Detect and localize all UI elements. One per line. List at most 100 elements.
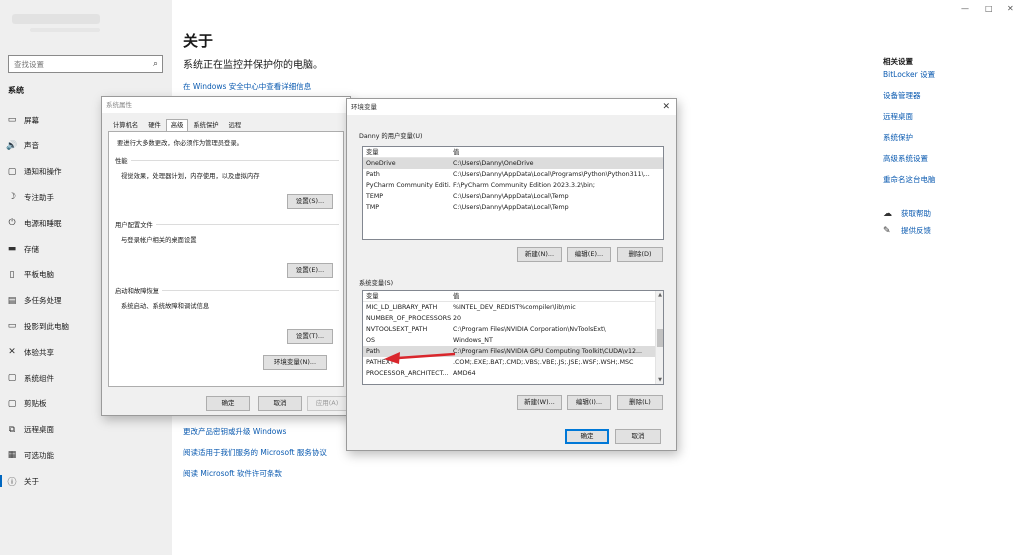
variable-name: OneDrive: [366, 160, 396, 167]
system-properties-title: 系统属性: [102, 97, 350, 113]
tab-advanced[interactable]: 高级: [165, 119, 189, 131]
license-terms-link[interactable]: 阅读 Microsoft 软件许可条款: [183, 468, 282, 479]
variable-value: C:\Users\Danny\AppData\Local\Temp: [453, 193, 569, 200]
variable-row[interactable]: NVTOOLSEXT_PATH C:\Program Files\NVIDIA C…: [363, 324, 663, 335]
tab-hardware[interactable]: 硬件: [143, 119, 166, 131]
variable-name: NVTOOLSEXT_PATH: [366, 326, 428, 333]
get-help-link[interactable]: ☁ 获取帮助: [883, 208, 931, 219]
system-delete-button[interactable]: 删除(L): [617, 395, 663, 410]
variable-row[interactable]: TMP C:\Users\Danny\AppData\Local\Temp: [363, 202, 663, 213]
startup-recovery-title: 启动和故障恢复: [115, 286, 163, 295]
variable-row[interactable]: NUMBER_OF_PROCESSORS 20: [363, 313, 663, 324]
envvars-cancel-button[interactable]: 取消: [615, 429, 661, 444]
variable-value: 20: [453, 315, 462, 322]
variable-value: C:\Program Files\NVIDIA GPU Computing To…: [453, 348, 643, 355]
sidebar-item-label: 系统组件: [24, 373, 54, 383]
environment-variables-button[interactable]: 环境变量(N)...: [263, 355, 327, 370]
search-input[interactable]: [9, 56, 139, 72]
variable-value: .COM;.EXE;.BAT;.CMD;.VBS;.VBE;.JS;.JSE;.…: [453, 359, 634, 366]
scroll-up-icon[interactable]: ▲: [656, 292, 663, 298]
system-properties-dialog: 系统属性 计算机名 硬件 高级 系统保护 远程 要进行大多数更改，你必须作为管理…: [101, 96, 351, 416]
variable-row[interactable]: MIC_LD_LIBRARY_PATH %INTEL_DEV_REDIST%com…: [363, 302, 663, 313]
performance-group: 性能 视觉效果，处理器计划，内存使用，以及虚拟内存 设置(S)...: [115, 156, 339, 210]
system-variables-list[interactable]: 变量 值 MIC_LD_LIBRARY_PATH %INTEL_DEV_REDIS…: [362, 290, 664, 385]
user-variables-list[interactable]: 变量 值 OneDrive C:\Users\Danny\OneDrive Path…: [362, 146, 664, 240]
system-new-button[interactable]: 新建(W)...: [517, 395, 562, 410]
clipboard-icon: ▢: [7, 398, 17, 409]
scroll-down-icon[interactable]: ▼: [656, 377, 663, 383]
optional-icon: ▦: [7, 450, 17, 461]
user-delete-button[interactable]: 删除(D): [617, 247, 663, 262]
column-variable[interactable]: 变量: [363, 147, 451, 157]
user-profiles-settings-button[interactable]: 设置(E)...: [287, 263, 333, 278]
variable-value: C:\Program Files\NVIDIA Corporation\NvTo…: [453, 326, 606, 333]
user-detail-blurred: [30, 28, 100, 32]
storage-icon: ▬: [7, 244, 17, 254]
device-manager-link[interactable]: 设备管理器: [883, 90, 921, 101]
bitlocker-link[interactable]: BitLocker 设置: [883, 69, 935, 80]
sysprop-cancel-button[interactable]: 取消: [258, 396, 302, 411]
variable-row[interactable]: Path C:\Users\Danny\AppData\Local\Program…: [363, 169, 663, 180]
sidebar-item-optional[interactable]: ▦ 可选功能: [0, 445, 172, 465]
sidebar-item-label: 投影到此电脑: [24, 321, 69, 331]
search-icon[interactable]: ⌕: [153, 59, 158, 69]
sysprop-ok-button[interactable]: 确定: [206, 396, 250, 411]
advanced-system-settings-link[interactable]: 高级系统设置: [883, 153, 928, 164]
startup-recovery-group: 启动和故障恢复 系统启动、系统故障和调试信息 设置(T)...: [115, 286, 339, 344]
give-feedback-link[interactable]: ✎ 提供反馈: [883, 225, 931, 236]
maximize-button[interactable]: □: [985, 4, 993, 13]
column-variable[interactable]: 变量: [363, 291, 451, 301]
service-agreement-link[interactable]: 阅读适用于我们服务的 Microsoft 服务协议: [183, 447, 327, 458]
project-icon: ▭: [7, 321, 17, 332]
sidebar-item-label: 专注助手: [24, 192, 54, 202]
minimize-button[interactable]: —: [961, 4, 969, 13]
system-protection-link[interactable]: 系统保护: [883, 132, 913, 143]
variable-row[interactable]: PATHEXT .COM;.EXE;.BAT;.CMD;.VBS;.VBE;.JS…: [363, 357, 663, 368]
sound-icon: 🔊: [6, 140, 18, 151]
change-product-key-link[interactable]: 更改产品密钥或升级 Windows: [183, 426, 286, 437]
tab-remote[interactable]: 远程: [224, 119, 247, 131]
sidebar-section-title: 系统: [8, 86, 24, 95]
startup-recovery-desc: 系统启动、系统故障和调试信息: [121, 303, 210, 310]
user-new-button[interactable]: 新建(N)...: [517, 247, 562, 262]
related-settings-title: 相关设置: [883, 57, 913, 66]
remote-desktop-link[interactable]: 远程桌面: [883, 111, 913, 122]
variable-row[interactable]: PROCESSOR_ARCHITECT... AMD64: [363, 368, 663, 379]
security-status-text: 系统正在监控并保护你的电脑。: [183, 60, 323, 71]
rename-pc-link[interactable]: 重命名这台电脑: [883, 174, 936, 185]
sidebar-item-label: 体验共享: [24, 347, 54, 357]
variable-row[interactable]: TEMP C:\Users\Danny\AppData\Local\Temp: [363, 191, 663, 202]
startup-recovery-settings-button[interactable]: 设置(T)...: [287, 329, 333, 344]
variable-row[interactable]: Path C:\Program Files\NVIDIA GPU Computin…: [363, 346, 663, 357]
variable-row[interactable]: PyCharm Community Editi... F:\PyCharm Com…: [363, 180, 663, 191]
user-edit-button[interactable]: 编辑(E)...: [567, 247, 611, 262]
scroll-thumb[interactable]: [657, 329, 663, 347]
tab-system-protection[interactable]: 系统保护: [188, 119, 223, 131]
security-center-link[interactable]: 在 Windows 安全中心中查看详细信息: [183, 81, 311, 92]
variable-row[interactable]: OS Windows_NT: [363, 335, 663, 346]
search-box[interactable]: ⌕: [8, 55, 163, 73]
variable-value: F:\PyCharm Community Edition 2023.3.2\bi…: [453, 182, 596, 189]
envvars-ok-button[interactable]: 确定: [565, 429, 609, 444]
performance-title: 性能: [115, 156, 131, 165]
system-list-scrollbar[interactable]: ▲ ▼: [655, 291, 663, 384]
tab-computer-name[interactable]: 计算机名: [108, 119, 143, 131]
environment-variables-title-text: 环境变量: [351, 103, 377, 111]
sysprop-apply-button[interactable]: 应用(A): [307, 396, 347, 411]
sidebar-item-label: 关于: [24, 476, 39, 486]
remote-icon: ⧉: [8, 424, 16, 435]
admin-note: 要进行大多数更改，你必须作为管理员登录。: [117, 140, 243, 147]
notification-icon: ▢: [7, 166, 17, 177]
variable-row[interactable]: OneDrive C:\Users\Danny\OneDrive: [363, 158, 663, 169]
sidebar-item-info[interactable]: ⓘ 关于: [0, 471, 172, 491]
performance-settings-button[interactable]: 设置(S)...: [287, 194, 333, 209]
variable-name: TEMP: [366, 193, 384, 200]
column-value[interactable]: 值: [451, 291, 663, 301]
sidebar-item-remote[interactable]: ⧉ 远程桌面: [0, 420, 172, 440]
column-value[interactable]: 值: [451, 147, 663, 157]
system-edit-button[interactable]: 编辑(I)...: [567, 395, 611, 410]
close-icon[interactable]: ✕: [662, 99, 670, 115]
close-button[interactable]: ✕: [1007, 4, 1014, 13]
variable-value: %INTEL_DEV_REDIST%compiler\lib\mic: [453, 304, 576, 311]
sidebar-item-label: 远程桌面: [24, 425, 54, 435]
